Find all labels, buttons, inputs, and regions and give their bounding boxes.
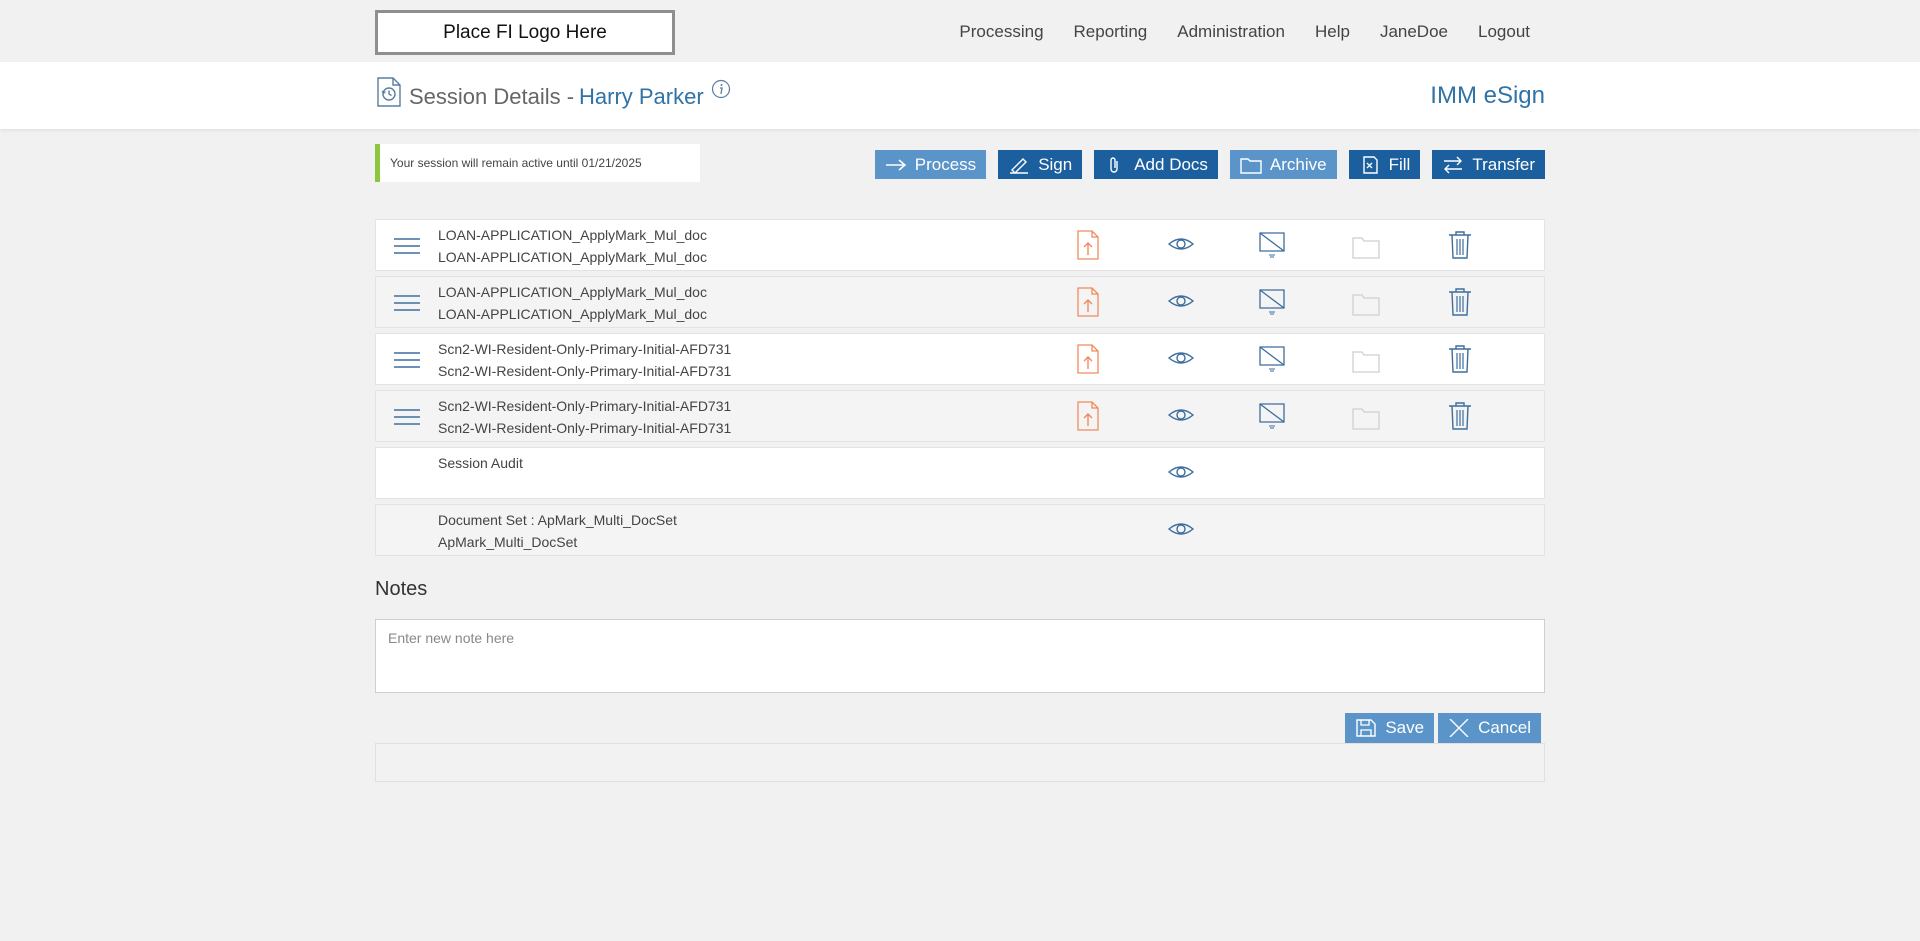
- process-button[interactable]: Process: [874, 150, 987, 179]
- upload-document-icon[interactable]: [1074, 287, 1102, 317]
- document-name: LOAN-APPLICATION_ApplyMark_Mul_doc: [438, 284, 707, 300]
- eye-icon[interactable]: [1167, 460, 1195, 484]
- drag-handle-icon[interactable]: [393, 350, 421, 370]
- process-label: Process: [914, 154, 977, 174]
- upload-document-icon[interactable]: [1074, 230, 1102, 260]
- cancel-label: Cancel: [1478, 718, 1531, 737]
- document-subtitle: Scn2-WI-Resident-Only-Primary-Initial-AF…: [438, 420, 732, 436]
- arrow-right-icon: [885, 158, 906, 171]
- archive-button[interactable]: Archive: [1229, 150, 1337, 179]
- document-row: Scn2-WI-Resident-Only-Primary-Initial-AF…: [375, 333, 1545, 385]
- trash-icon[interactable]: [1446, 230, 1474, 260]
- pen-icon: [1010, 157, 1029, 174]
- no-signature-icon[interactable]: [1258, 230, 1286, 260]
- document-name: LOAN-APPLICATION_ApplyMark_Mul_doc: [438, 227, 707, 243]
- eye-icon[interactable]: [1167, 346, 1195, 370]
- brand-title: IMM eSign: [1430, 82, 1545, 109]
- paperclip-icon: [1110, 156, 1118, 173]
- folder-icon[interactable]: [1352, 404, 1380, 434]
- session-audit-label: Session Audit: [438, 455, 523, 471]
- upload-document-icon[interactable]: [1074, 344, 1102, 374]
- document-name: Scn2-WI-Resident-Only-Primary-Initial-AF…: [438, 398, 732, 414]
- notes-heading: Notes: [375, 578, 428, 600]
- close-icon: [1449, 719, 1469, 737]
- transfer-button[interactable]: Transfer: [1432, 150, 1545, 179]
- document-list: LOAN-APPLICATION_ApplyMark_Mul_doc LOAN-…: [375, 219, 1545, 561]
- eye-icon[interactable]: [1167, 403, 1195, 427]
- trash-icon[interactable]: [1446, 401, 1474, 431]
- eye-icon[interactable]: [1167, 289, 1195, 313]
- archive-label: Archive: [1269, 154, 1327, 174]
- history-document-icon: [377, 77, 401, 107]
- top-bar: Place FI Logo Here Processing Reporting …: [0, 0, 1920, 62]
- customer-name[interactable]: Harry Parker: [579, 84, 704, 110]
- session-status-note: Your session will remain active until 01…: [375, 144, 700, 182]
- no-signature-icon[interactable]: [1258, 287, 1286, 317]
- document-set-subtitle: ApMark_Multi_DocSet: [438, 534, 578, 550]
- form-fill-icon: [1362, 155, 1378, 174]
- transfer-label: Transfer: [1472, 154, 1535, 174]
- trash-icon[interactable]: [1446, 344, 1474, 374]
- document-subtitle: Scn2-WI-Resident-Only-Primary-Initial-AF…: [438, 363, 732, 379]
- add-docs-label: Add Docs: [1134, 154, 1208, 174]
- add-docs-button[interactable]: Add Docs: [1094, 150, 1218, 179]
- page-title: Session Details -: [409, 84, 575, 109]
- document-row: LOAN-APPLICATION_ApplyMark_Mul_doc LOAN-…: [375, 276, 1545, 328]
- folder-icon[interactable]: [1352, 347, 1380, 377]
- logo-placeholder: Place FI Logo Here: [375, 10, 675, 55]
- save-button[interactable]: Save: [1345, 713, 1435, 743]
- document-set-row: Document Set : ApMark_Multi_DocSet ApMar…: [375, 504, 1545, 556]
- session-audit-row: Session Audit: [375, 447, 1545, 499]
- eye-icon[interactable]: [1167, 517, 1195, 541]
- transfer-arrows-icon: [1444, 156, 1463, 173]
- drag-handle-icon[interactable]: [393, 293, 421, 313]
- nav-user[interactable]: JaneDoe: [1380, 22, 1448, 42]
- notes-actions: Save Cancel: [1345, 713, 1541, 743]
- eye-icon[interactable]: [1167, 232, 1195, 256]
- cancel-button[interactable]: Cancel: [1438, 713, 1541, 743]
- folder-icon: [1240, 157, 1262, 174]
- document-row: Scn2-WI-Resident-Only-Primary-Initial-AF…: [375, 390, 1545, 442]
- notes-history-panel: [375, 743, 1545, 782]
- document-name: Scn2-WI-Resident-Only-Primary-Initial-AF…: [438, 341, 732, 357]
- trash-icon[interactable]: [1446, 287, 1474, 317]
- fill-button[interactable]: Fill: [1348, 150, 1421, 179]
- nav-administration[interactable]: Administration: [1177, 22, 1285, 42]
- nav-logout[interactable]: Logout: [1478, 22, 1530, 42]
- upload-document-icon[interactable]: [1074, 401, 1102, 431]
- info-icon[interactable]: [711, 79, 731, 99]
- document-row: LOAN-APPLICATION_ApplyMark_Mul_doc LOAN-…: [375, 219, 1545, 271]
- document-subtitle: LOAN-APPLICATION_ApplyMark_Mul_doc: [438, 306, 707, 322]
- no-signature-icon[interactable]: [1258, 401, 1286, 431]
- fill-label: Fill: [1388, 154, 1411, 174]
- drag-handle-icon[interactable]: [393, 407, 421, 427]
- document-subtitle: LOAN-APPLICATION_ApplyMark_Mul_doc: [438, 249, 707, 265]
- main-nav: Processing Reporting Administration Help…: [959, 22, 1530, 42]
- sign-button[interactable]: Sign: [998, 150, 1083, 179]
- folder-icon[interactable]: [1352, 290, 1380, 320]
- sign-label: Sign: [1038, 154, 1073, 174]
- notes-input[interactable]: [375, 619, 1545, 693]
- document-set-label: Document Set : ApMark_Multi_DocSet: [438, 512, 677, 528]
- drag-handle-icon[interactable]: [393, 236, 421, 256]
- nav-processing[interactable]: Processing: [959, 22, 1043, 42]
- save-label: Save: [1385, 718, 1425, 737]
- no-signature-icon[interactable]: [1258, 344, 1286, 374]
- nav-help[interactable]: Help: [1315, 22, 1350, 42]
- floppy-disk-icon: [1356, 719, 1377, 737]
- nav-reporting[interactable]: Reporting: [1074, 22, 1148, 42]
- action-toolbar: Process Sign Add Docs Archive Fill Trans…: [874, 150, 1545, 179]
- session-header: Session Details - Harry Parker IMM eSign: [0, 62, 1920, 129]
- folder-icon[interactable]: [1352, 233, 1380, 263]
